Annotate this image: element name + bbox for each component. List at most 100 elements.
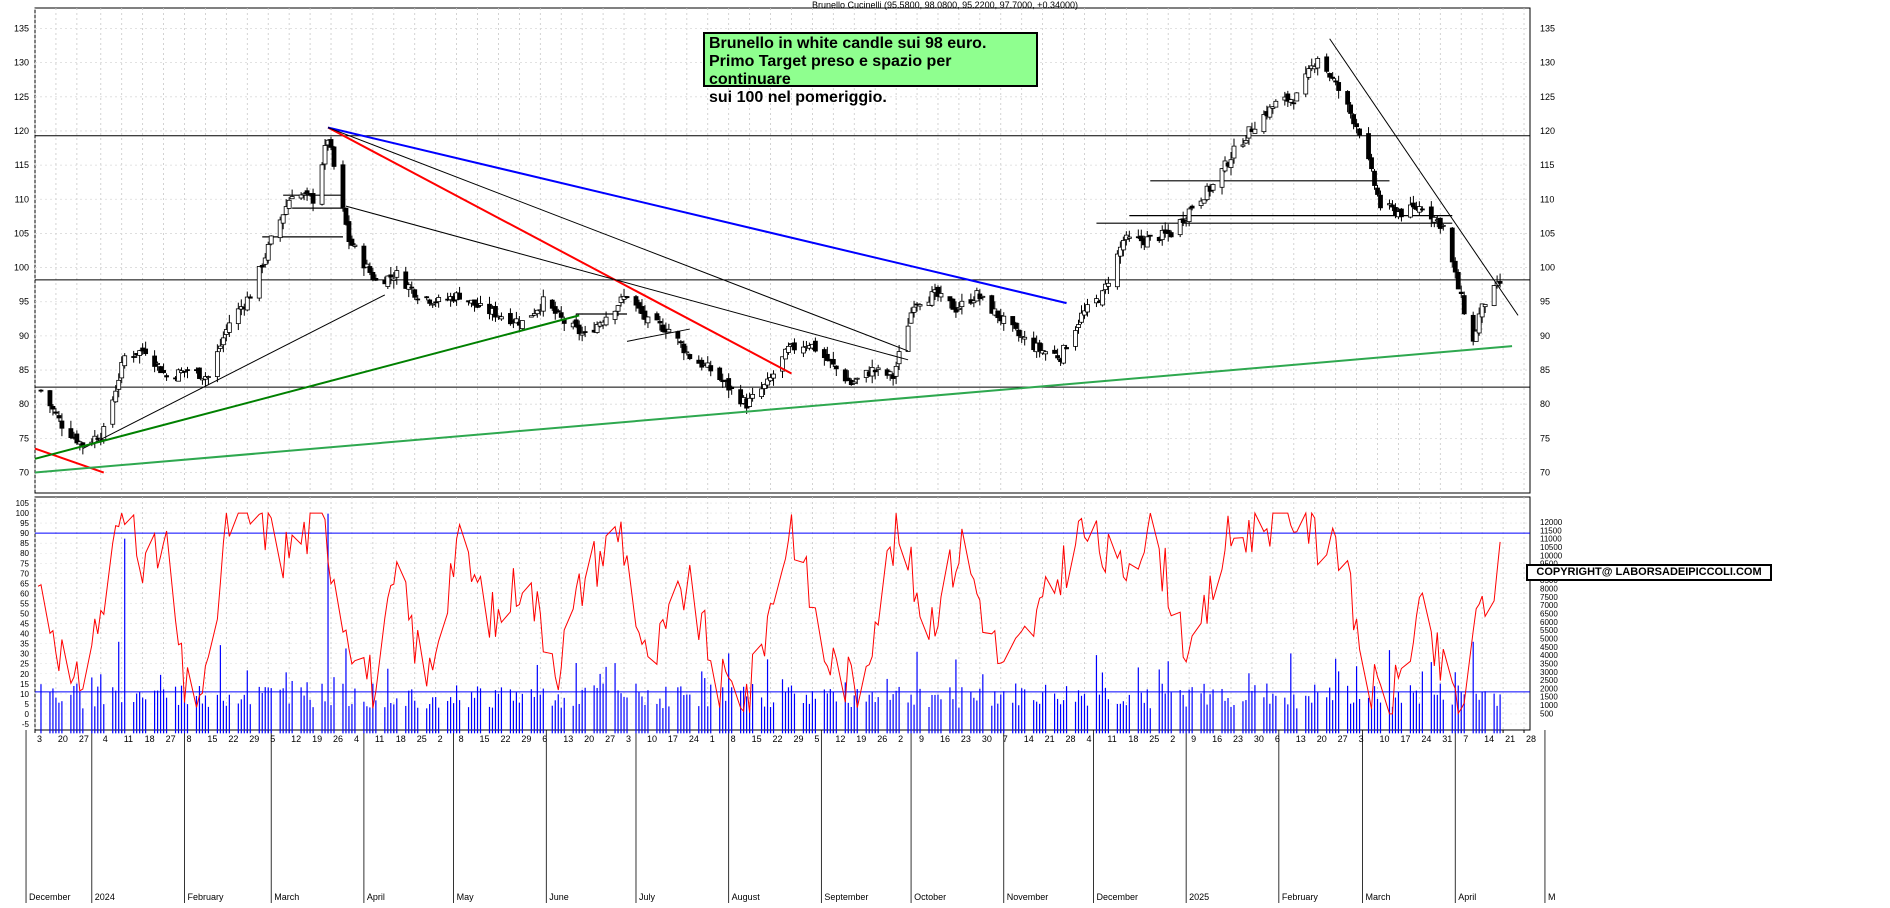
- candle-body-black: [699, 359, 705, 368]
- candle: [1455, 269, 1461, 290]
- candle-body-black: [1419, 208, 1425, 211]
- candle-body-black: [681, 343, 687, 354]
- candle: [1357, 128, 1362, 139]
- osc-tick-label: 15: [20, 680, 29, 689]
- candle-body-white: [1186, 208, 1192, 223]
- candle: [164, 373, 169, 381]
- x-month-label: June: [549, 892, 569, 902]
- candle-body-white: [1231, 145, 1237, 159]
- candle-body-black: [1336, 82, 1342, 91]
- osc-tick-label: 10: [20, 690, 29, 699]
- y-tick-label-left: 85: [19, 365, 29, 375]
- candle: [833, 365, 839, 376]
- candle-body-white: [226, 322, 232, 333]
- candle: [430, 303, 436, 308]
- candle: [436, 294, 442, 308]
- candle: [812, 337, 818, 353]
- osc-tick-label: 35: [20, 640, 29, 649]
- candle: [47, 389, 53, 413]
- x-tick-label: 27: [605, 734, 615, 744]
- y-tick-label-right: 135: [1540, 23, 1555, 33]
- candle: [1022, 330, 1028, 346]
- candle-body-black: [678, 341, 684, 344]
- candle-body-black: [1351, 114, 1356, 125]
- x-tick-label: 2: [1170, 734, 1175, 744]
- candle-body-black: [792, 342, 797, 351]
- x-tick-label: 31: [1442, 734, 1452, 744]
- candle-body-white: [122, 355, 128, 367]
- x-tick-label: 8: [459, 734, 464, 744]
- candle-body-white: [244, 296, 250, 311]
- candle: [265, 241, 271, 264]
- x-tick-label: 24: [1421, 734, 1431, 744]
- candle-body-white: [1126, 236, 1132, 239]
- candle: [1387, 199, 1392, 210]
- candle-body-black: [185, 369, 190, 372]
- candle: [268, 235, 274, 246]
- trendline-trend_blue: [327, 126, 1067, 305]
- y-tick-label-left: 135: [14, 23, 29, 33]
- candle-body-white: [391, 278, 397, 281]
- x-tick-label: 26: [877, 734, 887, 744]
- x-month-label: May: [457, 892, 475, 902]
- candle-body-black: [259, 264, 265, 268]
- candle-body-white: [1315, 58, 1321, 69]
- volume-tick-label: 3000: [1540, 668, 1558, 677]
- x-tick-label: 11: [1107, 734, 1116, 744]
- candle-body-white: [1240, 144, 1246, 147]
- candle-body-white: [980, 295, 986, 298]
- candle: [244, 291, 250, 312]
- x-tick-label: 21: [1045, 734, 1055, 744]
- volume-tick-label: 4000: [1540, 651, 1558, 660]
- candle: [681, 340, 687, 361]
- osc-tick-label: 0: [25, 710, 30, 719]
- annotation-box: Brunello in white candle sui 98 euro. Pr…: [703, 32, 1038, 106]
- osc-tick-label: 20: [20, 670, 29, 679]
- candle-body-black: [1449, 227, 1455, 263]
- osc-tick-label: 105: [16, 499, 30, 508]
- candle-body-white: [905, 325, 911, 352]
- candle-body-black: [1461, 295, 1467, 315]
- y-tick-label-left: 125: [14, 92, 29, 102]
- candle: [1273, 99, 1279, 108]
- candle: [412, 288, 418, 300]
- candle: [1315, 56, 1321, 76]
- candle: [917, 303, 923, 311]
- candle-body-white: [214, 351, 220, 377]
- osc-tick-label: 85: [20, 539, 29, 548]
- candle-body-black: [373, 277, 379, 281]
- x-tick-label: 17: [668, 734, 678, 744]
- candle: [959, 293, 965, 315]
- candle: [792, 338, 797, 354]
- candle-body-white: [1201, 199, 1207, 204]
- candle: [137, 349, 143, 364]
- candle-body-white: [929, 291, 935, 306]
- volume-tick-label: 8000: [1540, 585, 1558, 594]
- candle: [1204, 183, 1210, 202]
- candle-body-white: [1144, 236, 1150, 248]
- candle-body-white: [286, 199, 292, 209]
- x-month-label: February: [188, 892, 225, 902]
- candle-body-black: [552, 306, 558, 314]
- candle: [540, 289, 546, 317]
- volume-tick-label: 12000: [1540, 518, 1563, 527]
- annotation-line-3: sui 100 nel pomeriggio.: [709, 89, 887, 106]
- candle-body-black: [1455, 271, 1461, 290]
- x-tick-label: 14: [1484, 734, 1494, 744]
- x-month-label: October: [914, 892, 946, 902]
- candle-body-black: [708, 365, 714, 372]
- x-tick-label: 4: [103, 734, 108, 744]
- candle-body-white: [1106, 282, 1111, 287]
- candle-body-white: [322, 145, 328, 165]
- y-tick-label-left: 120: [14, 126, 29, 136]
- osc-tick-label: 50: [20, 610, 29, 619]
- chart-root: Brunello Cucinelli (95.5800, 98.0800, 95…: [0, 0, 1890, 903]
- trendline-candle: [82, 294, 386, 450]
- candle: [1285, 90, 1291, 107]
- x-tick-label: 29: [249, 734, 259, 744]
- candle-body-white: [603, 316, 609, 326]
- candle-body-white: [268, 235, 274, 245]
- candle-body-black: [1291, 102, 1297, 105]
- x-tick-label: 4: [1086, 734, 1091, 744]
- candle-body-black: [1437, 217, 1443, 229]
